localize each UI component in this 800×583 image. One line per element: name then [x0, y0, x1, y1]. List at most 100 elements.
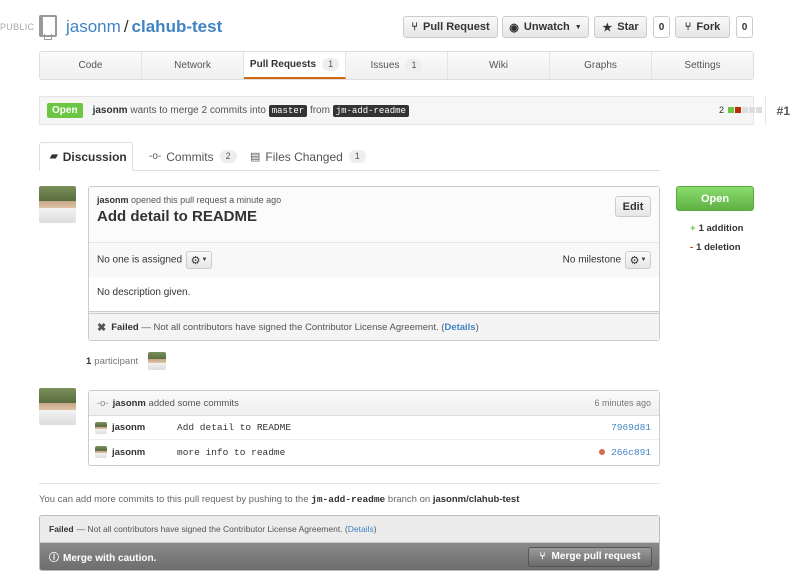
diffstat-neutral-block [742, 107, 748, 113]
avatar[interactable] [95, 421, 107, 434]
star-icon: ★ [602, 21, 613, 34]
pr-author-link[interactable]: jasonm [93, 105, 128, 116]
tab-files-changed[interactable]: ▤ Files Changed 1 [240, 142, 376, 171]
tab-code[interactable]: Code [40, 52, 142, 79]
milestone-gear-button[interactable]: ⚙ ▼ [625, 251, 651, 269]
tab-label: Commits [166, 149, 214, 164]
repo-name-link[interactable]: clahub-test [132, 17, 223, 36]
tab-graphs[interactable]: Graphs [550, 52, 652, 79]
status-text: — Not all contributors have signed the C… [76, 524, 348, 534]
participant-label: participant [94, 355, 139, 367]
comment-author-link[interactable]: jasonm [97, 195, 129, 205]
tab-label: Code [78, 60, 103, 71]
commit-message[interactable]: more info to readme [177, 447, 285, 458]
assignee-gear-button[interactable]: ⚙ ▼ [186, 251, 213, 269]
status-failed-label: Failed [49, 524, 74, 534]
discussion-icon: ▰ [50, 151, 58, 162]
details-link[interactable]: Details [444, 322, 475, 333]
edit-label: Edit [622, 200, 644, 213]
tab-settings[interactable]: Settings [652, 52, 753, 79]
pr-opened-meta: jasonm opened this pull request a minute… [97, 195, 651, 205]
edit-button[interactable]: Edit [615, 196, 651, 217]
chevron-down-icon: ▼ [640, 257, 647, 263]
merge-icon: ⑂ [539, 551, 546, 562]
commit-message[interactable]: Add detail to README [177, 422, 291, 433]
commits-header: -o-jasonm added some commits 6 minutes a… [89, 391, 659, 416]
minus-icon: - [690, 242, 694, 253]
tab-count-badge: 1 [348, 150, 366, 163]
avatar[interactable] [39, 186, 76, 223]
star-label: Star [617, 21, 639, 33]
pr-summary-bar: Open jasonm wants to merge 2 commits int… [39, 96, 754, 125]
merge-hint-mid: branch on [387, 494, 431, 505]
tab-wiki[interactable]: Wiki [448, 52, 550, 79]
tab-label: Settings [684, 60, 721, 71]
tab-label: Network [174, 60, 211, 71]
merge-pull-request-button[interactable]: ⑂ Merge pull request [528, 546, 652, 567]
eye-icon: ◉ [509, 21, 519, 34]
gear-icon: ⚙ [190, 254, 201, 267]
tab-commits[interactable]: -o- Commits 2 [139, 142, 247, 171]
avatar[interactable] [39, 388, 76, 425]
tab-issues[interactable]: Issues 1 [346, 52, 448, 79]
avatar[interactable] [95, 446, 107, 458]
tab-label: Discussion [62, 149, 127, 164]
diffstat-neutral-block [749, 107, 755, 113]
assignee-section: No one is assigned ⚙ ▼ [97, 251, 213, 269]
milestone-text: No milestone [562, 254, 621, 266]
commit-sha-link[interactable]: 7969d81 [611, 422, 651, 433]
tab-label: Pull Requests [249, 59, 317, 70]
merge-caution-text: Merge with caution. [63, 553, 157, 564]
pr-state-badge: Open [47, 103, 83, 118]
diffstat-del-block [735, 107, 741, 113]
chevron-down-icon: ▼ [574, 23, 582, 31]
diffstat-count: 2 [718, 105, 724, 115]
fork-count[interactable]: 0 [736, 16, 753, 38]
tab-label: Wiki [489, 60, 508, 71]
star-button[interactable]: ★ Star [594, 16, 647, 38]
diffstat-add-block [728, 107, 734, 113]
tab-discussion[interactable]: ▰ Discussion [39, 142, 133, 171]
merge-action-bar: ⓘ Merge with caution. ⑂ Merge pull request [40, 543, 659, 570]
star-count[interactable]: 0 [653, 16, 670, 38]
commit-sha-text: 266c891 [611, 446, 651, 458]
commit-author[interactable]: jasonm [112, 447, 177, 458]
repo-title: jasonm / clahub-test [66, 17, 222, 37]
commits-author-link[interactable]: jasonm [113, 398, 146, 409]
alert-icon: ⓘ [49, 553, 59, 564]
tab-label: Issues [370, 60, 400, 71]
tab-label: Files Changed [265, 149, 343, 164]
commit-author[interactable]: jasonm [112, 422, 177, 433]
assignee-milestone-row: No one is assigned ⚙ ▼ No milestone ⚙ ▼ [89, 242, 659, 277]
status-dot-icon [599, 448, 606, 455]
fork-icon: ⑂ [684, 21, 692, 33]
avatar[interactable] [148, 352, 167, 370]
pull-request-button[interactable]: ⑂ Pull Request [403, 16, 498, 38]
commit-sha-link[interactable]: 266c891 [599, 447, 651, 458]
fork-label: Fork [696, 21, 721, 33]
pr-state-label: Open [700, 192, 730, 205]
pull-request-icon: ⑂ [411, 21, 418, 33]
diffstat[interactable]: 2 [719, 105, 762, 115]
fork-button[interactable]: ⑂ Fork [675, 16, 730, 38]
merge-hint-prefix: You can add more commits to this pull re… [39, 494, 309, 505]
merge-box: Failed — Not all contributors have signed… [39, 515, 660, 571]
merge-status-bar: Failed — Not all contributors have signed… [40, 516, 659, 543]
table-row: jasonm Add detail to README 7969d81 [89, 416, 659, 440]
status-text-end: ) [475, 321, 479, 333]
pr-state-button[interactable]: Open [676, 186, 754, 211]
file-diff-icon: ▤ [250, 151, 261, 163]
status-failed-label: Failed [111, 321, 139, 333]
repo-owner-link[interactable]: jasonm [66, 17, 121, 36]
merge-button-label: Merge pull request [551, 551, 641, 562]
unwatch-button[interactable]: ◉ Unwatch ▼ [502, 16, 589, 38]
tab-network[interactable]: Network [142, 52, 244, 79]
unwatch-label: Unwatch [523, 21, 570, 33]
details-link[interactable]: Details [348, 524, 374, 534]
pr-number: #1 [764, 97, 790, 125]
close-icon: ✖ [97, 321, 107, 334]
tab-pull-requests[interactable]: Pull Requests 1 [244, 52, 346, 79]
pr-summary-text: jasonm wants to merge 2 commits into mas… [93, 105, 409, 117]
participants: 1 participant [86, 352, 167, 370]
tab-count-badge: 1 [322, 58, 340, 71]
